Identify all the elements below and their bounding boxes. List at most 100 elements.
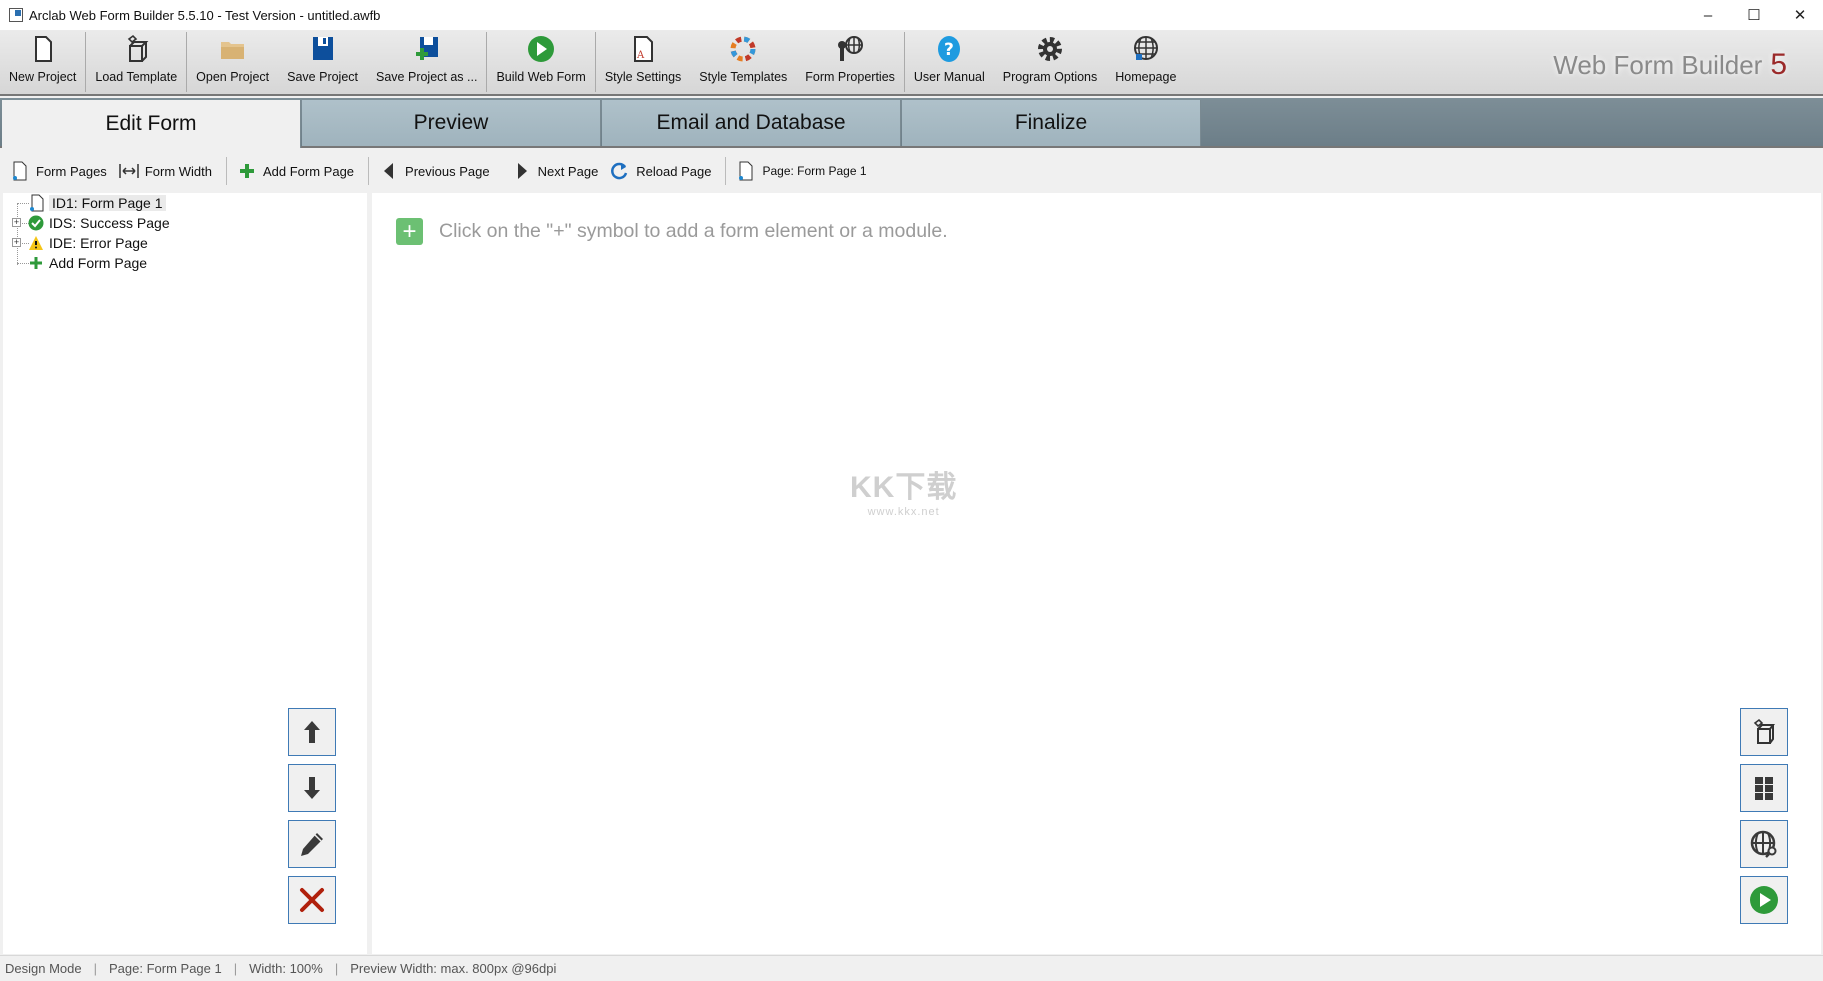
expand-toggle[interactable]: + bbox=[12, 218, 21, 227]
expand-toggle[interactable]: + bbox=[12, 238, 21, 247]
user-manual-button[interactable]: ? User Manual bbox=[905, 30, 994, 94]
gear-icon bbox=[1038, 37, 1063, 61]
label: Form Pages bbox=[36, 163, 107, 179]
label: Form Width bbox=[144, 163, 212, 179]
label: Load Template bbox=[95, 70, 178, 84]
next-page-button[interactable]: Next Page bbox=[510, 161, 609, 181]
template-box-icon bbox=[128, 34, 149, 62]
label: Add Form Page bbox=[262, 163, 355, 179]
check-circle-icon bbox=[27, 214, 45, 232]
load-template-side-button[interactable] bbox=[1740, 708, 1788, 756]
edit-button[interactable] bbox=[288, 820, 336, 868]
delete-button[interactable] bbox=[288, 876, 336, 924]
svg-text:A: A bbox=[636, 50, 645, 61]
label: Homepage bbox=[1115, 70, 1177, 84]
label: New Project bbox=[9, 70, 77, 84]
grid-icon bbox=[1755, 777, 1773, 800]
save-project-button[interactable]: Save Project bbox=[278, 30, 367, 94]
status-mode: Design Mode bbox=[5, 961, 82, 976]
label: Program Options bbox=[1002, 70, 1098, 84]
separator bbox=[368, 157, 370, 185]
floppy-plus-icon bbox=[415, 37, 438, 60]
new-project-button[interactable]: New Project bbox=[0, 30, 85, 94]
style-templates-button[interactable]: Style Templates bbox=[690, 30, 796, 94]
load-template-button[interactable]: Load Template bbox=[86, 30, 186, 94]
page-icon bbox=[739, 161, 753, 181]
color-wheel-icon bbox=[730, 36, 756, 62]
label: Style Templates bbox=[699, 70, 788, 84]
label: Previous Page bbox=[405, 163, 490, 179]
reload-page-button[interactable]: Reload Page bbox=[608, 161, 721, 181]
open-project-button[interactable]: Open Project bbox=[187, 30, 278, 94]
triangle-left-icon bbox=[384, 163, 394, 179]
window-title: Arclab Web Form Builder 5.5.10 - Test Ve… bbox=[29, 7, 381, 23]
label: Next Page bbox=[537, 163, 599, 179]
tab-email-and-database[interactable]: Email and Database bbox=[602, 100, 901, 146]
plus-icon bbox=[27, 254, 45, 272]
save-project-as-button[interactable]: Save Project as ... bbox=[367, 30, 486, 94]
add-form-page-button[interactable]: Add Form Page bbox=[235, 161, 364, 181]
label: Save Project as ... bbox=[376, 70, 478, 84]
watermark-url: www.kkx.net bbox=[867, 506, 940, 518]
label: Open Project bbox=[196, 70, 270, 84]
label: User Manual bbox=[913, 70, 985, 84]
program-options-button[interactable]: Program Options bbox=[994, 30, 1106, 94]
page-icon bbox=[13, 161, 27, 181]
status-bar: Design Mode | Page: Form Page 1 | Width: 1… bbox=[0, 955, 1823, 981]
modules-grid-button[interactable] bbox=[1740, 764, 1788, 812]
build-web-form-button[interactable]: Build Web Form bbox=[487, 30, 594, 94]
page-toolbar: Form Pages Form Width Add Form Page Prev… bbox=[0, 150, 1823, 192]
separator bbox=[725, 157, 727, 185]
title-bar: Arclab Web Form Builder 5.5.10 - Test Ve… bbox=[0, 0, 1823, 30]
previous-page-button[interactable]: Previous Page bbox=[377, 161, 500, 181]
tree-item-label: ID1: Form Page 1 bbox=[49, 195, 166, 211]
delete-x-icon bbox=[300, 888, 324, 912]
build-web-form-side-button[interactable] bbox=[1740, 876, 1788, 924]
form-pages-button[interactable]: Form Pages bbox=[8, 161, 117, 181]
status-page: Page: Form Page 1 bbox=[109, 961, 222, 976]
tree-item-label: IDS: Success Page bbox=[49, 215, 170, 231]
template-box-icon bbox=[1753, 718, 1775, 744]
tab-finalize[interactable]: Finalize bbox=[902, 100, 1201, 146]
tree-item-error-page[interactable]: IDE: Error Page bbox=[27, 233, 148, 253]
add-element-button[interactable]: + bbox=[396, 218, 423, 245]
tab-preview[interactable]: Preview bbox=[302, 100, 601, 146]
main-tabs: Edit Form Preview Email and Database Fin… bbox=[0, 98, 1823, 148]
status-width: Width: 100% bbox=[249, 961, 323, 976]
tree-item-success-page[interactable]: IDS: Success Page bbox=[27, 213, 170, 233]
tab-edit-form[interactable]: Edit Form bbox=[2, 100, 301, 148]
form-properties-button[interactable]: Form Properties bbox=[796, 30, 904, 94]
brand-logo: Web Form Builder 5 bbox=[1553, 48, 1787, 82]
maximize-button[interactable]: ☐ bbox=[1731, 0, 1777, 30]
separator bbox=[225, 157, 227, 185]
svg-text:?: ? bbox=[944, 40, 954, 60]
minimize-button[interactable]: – bbox=[1685, 0, 1731, 30]
arrow-up-icon bbox=[304, 721, 320, 743]
web-search-button[interactable] bbox=[1740, 820, 1788, 868]
warning-icon bbox=[27, 234, 45, 252]
hint-text: Click on the "+" symbol to add a form el… bbox=[439, 220, 948, 242]
style-settings-button[interactable]: A Style Settings bbox=[596, 30, 690, 94]
homepage-button[interactable]: Homepage bbox=[1106, 30, 1185, 94]
label: Page: Form Page 1 bbox=[762, 164, 867, 178]
folder-icon bbox=[220, 42, 244, 59]
separator: | bbox=[93, 961, 97, 976]
status-preview-width: Preview Width: max. 800px @96dpi bbox=[350, 961, 557, 976]
style-doc-icon: A bbox=[634, 36, 654, 62]
page-icon bbox=[27, 194, 45, 212]
label: Style Settings bbox=[604, 70, 682, 84]
current-page-indicator[interactable]: Page: Form Page 1 bbox=[734, 161, 876, 181]
floppy-icon bbox=[312, 37, 333, 60]
separator: | bbox=[334, 961, 339, 976]
help-icon: ? bbox=[938, 36, 961, 62]
watermark: KK下载 www.kkx.net bbox=[850, 462, 957, 518]
tree-item-form-page-1[interactable]: ID1: Form Page 1 bbox=[27, 193, 166, 213]
brand-version: 5 bbox=[1770, 48, 1787, 81]
tree-item-add-form-page[interactable]: Add Form Page bbox=[27, 253, 147, 273]
close-button[interactable]: ✕ bbox=[1777, 0, 1823, 30]
move-up-button[interactable] bbox=[288, 708, 336, 756]
play-icon bbox=[1750, 886, 1778, 914]
form-width-button[interactable]: Form Width bbox=[117, 161, 222, 181]
move-down-button[interactable] bbox=[288, 764, 336, 812]
play-icon bbox=[528, 36, 555, 62]
